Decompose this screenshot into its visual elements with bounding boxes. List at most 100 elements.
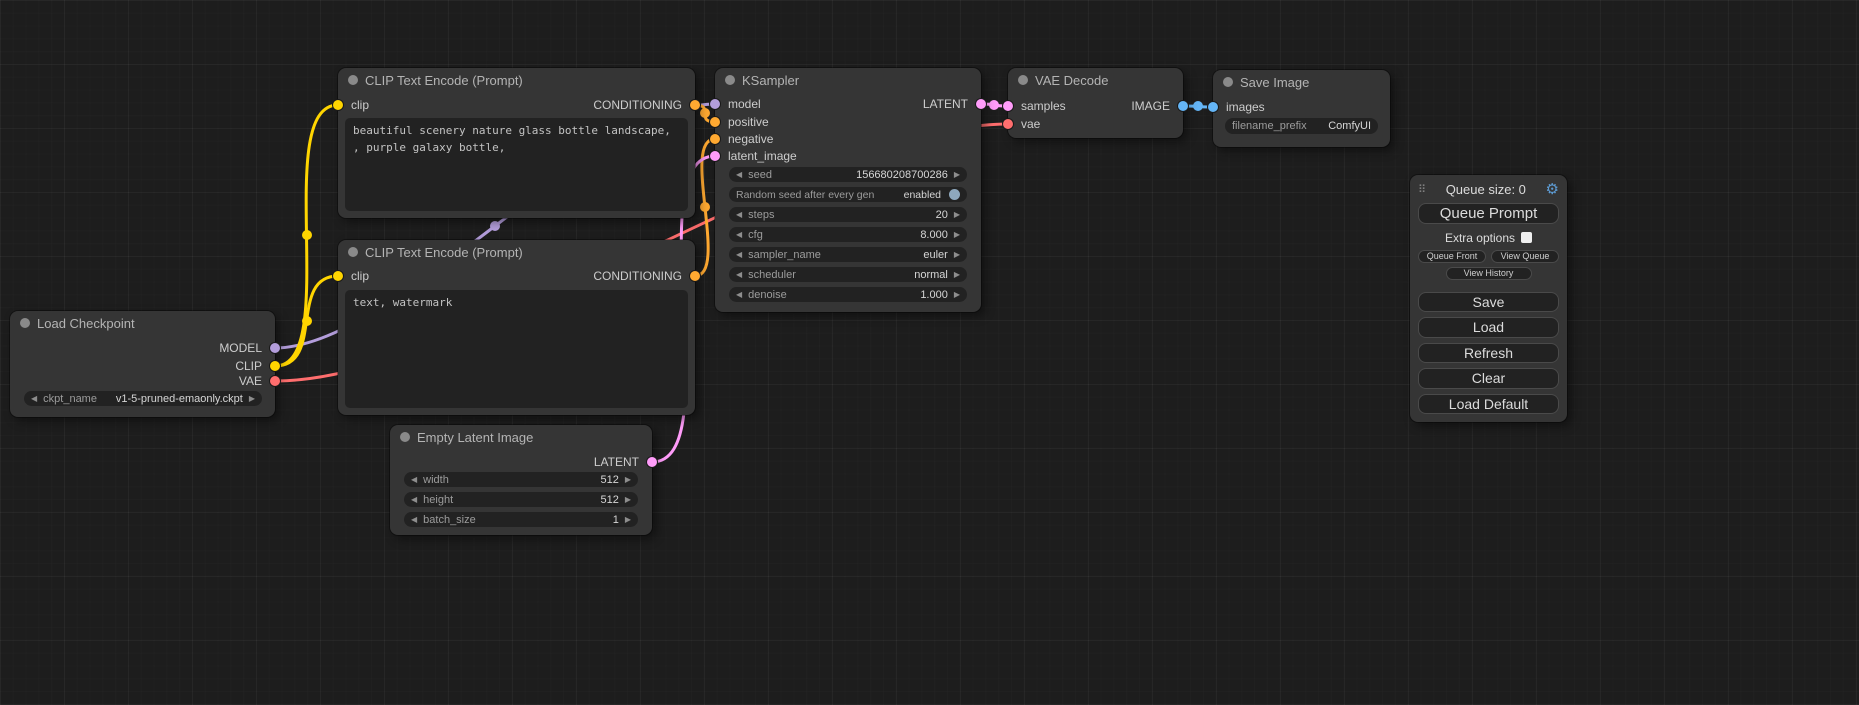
output-slot-model[interactable]: MODEL <box>219 340 275 356</box>
sampler-name-widget[interactable]: ◀ sampler_name euler ▶ <box>729 247 967 262</box>
model-input-dot[interactable] <box>710 99 720 109</box>
clip-output-dot[interactable] <box>270 361 280 371</box>
filename-prefix-widget[interactable]: filename_prefix ComfyUI <box>1225 118 1378 134</box>
increment-arrow-icon[interactable]: ▶ <box>625 492 631 507</box>
increment-arrow-icon[interactable]: ▶ <box>954 287 960 302</box>
collapse-dot-icon[interactable] <box>400 432 410 442</box>
height-widget[interactable]: ◀ height 512 ▶ <box>404 492 638 507</box>
input-slot-negative[interactable]: negative <box>715 131 773 147</box>
node-title-bar[interactable]: CLIP Text Encode (Prompt) <box>338 68 695 92</box>
input-slot-latent-image[interactable]: latent_image <box>715 148 797 164</box>
load-button[interactable]: Load <box>1418 317 1559 338</box>
output-slot-latent[interactable]: LATENT <box>594 454 652 470</box>
node-title-bar[interactable]: Load Checkpoint <box>10 311 275 335</box>
vae-input-dot[interactable] <box>1003 119 1013 129</box>
node-title-bar[interactable]: Empty Latent Image <box>390 425 652 449</box>
vae-output-dot[interactable] <box>270 376 280 386</box>
input-slot-samples[interactable]: samples <box>1008 98 1066 114</box>
images-input-dot[interactable] <box>1208 102 1218 112</box>
increment-arrow-icon[interactable]: ▶ <box>954 227 960 242</box>
conditioning-output-dot[interactable] <box>690 271 700 281</box>
batch-size-widget[interactable]: ◀ batch_size 1 ▶ <box>404 512 638 527</box>
node-graph-canvas[interactable]: Load Checkpoint MODEL CLIP VAE ◀ ckpt_na… <box>0 0 1859 705</box>
model-output-dot[interactable] <box>270 343 280 353</box>
node-vae-decode[interactable]: VAE Decode samples IMAGE vae <box>1008 68 1183 138</box>
conditioning-output-dot[interactable] <box>690 100 700 110</box>
increment-arrow-icon[interactable]: ▶ <box>625 512 631 527</box>
increment-arrow-icon[interactable]: ▶ <box>954 207 960 222</box>
increment-arrow-icon[interactable]: ▶ <box>625 472 631 487</box>
clip-input-dot[interactable] <box>333 100 343 110</box>
node-title-bar[interactable]: KSampler <box>715 68 981 92</box>
clear-button[interactable]: Clear <box>1418 368 1559 389</box>
scheduler-widget[interactable]: ◀ scheduler normal ▶ <box>729 267 967 282</box>
image-output-dot[interactable] <box>1178 101 1188 111</box>
node-ksampler[interactable]: KSampler model LATENT positive negative … <box>715 68 981 312</box>
output-slot-clip[interactable]: CLIP <box>235 358 275 374</box>
output-slot-conditioning[interactable]: CONDITIONING <box>593 97 695 113</box>
increment-arrow-icon[interactable]: ▶ <box>249 391 255 406</box>
queue-prompt-button[interactable]: Queue Prompt <box>1418 203 1559 224</box>
queue-front-button[interactable]: Queue Front <box>1418 250 1486 263</box>
increment-arrow-icon[interactable]: ▶ <box>954 247 960 262</box>
decrement-arrow-icon[interactable]: ◀ <box>736 287 742 302</box>
collapse-dot-icon[interactable] <box>20 318 30 328</box>
drag-handle-icon[interactable]: ⠿ <box>1418 183 1426 196</box>
output-slot-image[interactable]: IMAGE <box>1131 98 1183 114</box>
input-slot-clip[interactable]: clip <box>338 268 369 284</box>
latent-image-input-dot[interactable] <box>710 151 720 161</box>
settings-gear-icon[interactable]: ⚙ <box>1546 180 1559 198</box>
decrement-arrow-icon[interactable]: ◀ <box>411 512 417 527</box>
save-button[interactable]: Save <box>1418 292 1559 313</box>
increment-arrow-icon[interactable]: ▶ <box>954 267 960 282</box>
decrement-arrow-icon[interactable]: ◀ <box>736 247 742 262</box>
decrement-arrow-icon[interactable]: ◀ <box>31 391 37 406</box>
decrement-arrow-icon[interactable]: ◀ <box>736 167 742 182</box>
seed-widget[interactable]: ◀ seed 156680208700286 ▶ <box>729 167 967 182</box>
input-slot-vae[interactable]: vae <box>1008 116 1040 132</box>
toggle-knob-icon[interactable] <box>949 189 960 200</box>
clip-input-dot[interactable] <box>333 271 343 281</box>
extra-options-checkbox[interactable] <box>1521 232 1532 243</box>
samples-input-dot[interactable] <box>1003 101 1013 111</box>
steps-widget[interactable]: ◀ steps 20 ▶ <box>729 207 967 222</box>
prompt-textarea[interactable]: text, watermark <box>345 290 688 408</box>
decrement-arrow-icon[interactable]: ◀ <box>411 472 417 487</box>
latent-output-dot[interactable] <box>647 457 657 467</box>
positive-input-dot[interactable] <box>710 117 720 127</box>
collapse-dot-icon[interactable] <box>1018 75 1028 85</box>
increment-arrow-icon[interactable]: ▶ <box>954 167 960 182</box>
output-slot-latent[interactable]: LATENT <box>923 96 981 112</box>
load-default-button[interactable]: Load Default <box>1418 394 1559 415</box>
input-slot-clip[interactable]: clip <box>338 97 369 113</box>
output-slot-conditioning[interactable]: CONDITIONING <box>593 268 695 284</box>
collapse-dot-icon[interactable] <box>725 75 735 85</box>
collapse-dot-icon[interactable] <box>348 247 358 257</box>
random-seed-toggle[interactable]: Random seed after every gen enabled <box>729 187 967 202</box>
output-slot-vae[interactable]: VAE <box>239 373 275 389</box>
decrement-arrow-icon[interactable]: ◀ <box>736 207 742 222</box>
denoise-widget[interactable]: ◀ denoise 1.000 ▶ <box>729 287 967 302</box>
latent-output-dot[interactable] <box>976 99 986 109</box>
cfg-widget[interactable]: ◀ cfg 8.000 ▶ <box>729 227 967 242</box>
view-queue-button[interactable]: View Queue <box>1491 250 1559 263</box>
node-save-image[interactable]: Save Image images filename_prefix ComfyU… <box>1213 70 1390 147</box>
collapse-dot-icon[interactable] <box>1223 77 1233 87</box>
decrement-arrow-icon[interactable]: ◀ <box>736 267 742 282</box>
collapse-dot-icon[interactable] <box>348 75 358 85</box>
ckpt-name-widget[interactable]: ◀ ckpt_name v1-5-pruned-emaonly.ckpt ▶ <box>24 391 262 406</box>
width-widget[interactable]: ◀ width 512 ▶ <box>404 472 638 487</box>
negative-input-dot[interactable] <box>710 134 720 144</box>
view-history-button[interactable]: View History <box>1446 267 1532 280</box>
node-clip-text-encode-negative[interactable]: CLIP Text Encode (Prompt) clip CONDITION… <box>338 240 695 415</box>
refresh-button[interactable]: Refresh <box>1418 343 1559 364</box>
input-slot-positive[interactable]: positive <box>715 114 769 130</box>
node-clip-text-encode-positive[interactable]: CLIP Text Encode (Prompt) clip CONDITION… <box>338 68 695 218</box>
decrement-arrow-icon[interactable]: ◀ <box>411 492 417 507</box>
decrement-arrow-icon[interactable]: ◀ <box>736 227 742 242</box>
node-title-bar[interactable]: Save Image <box>1213 70 1390 94</box>
prompt-textarea[interactable]: beautiful scenery nature glass bottle la… <box>345 118 688 211</box>
node-title-bar[interactable]: CLIP Text Encode (Prompt) <box>338 240 695 264</box>
node-empty-latent-image[interactable]: Empty Latent Image LATENT ◀ width 512 ▶ … <box>390 425 652 535</box>
input-slot-model[interactable]: model <box>715 96 761 112</box>
